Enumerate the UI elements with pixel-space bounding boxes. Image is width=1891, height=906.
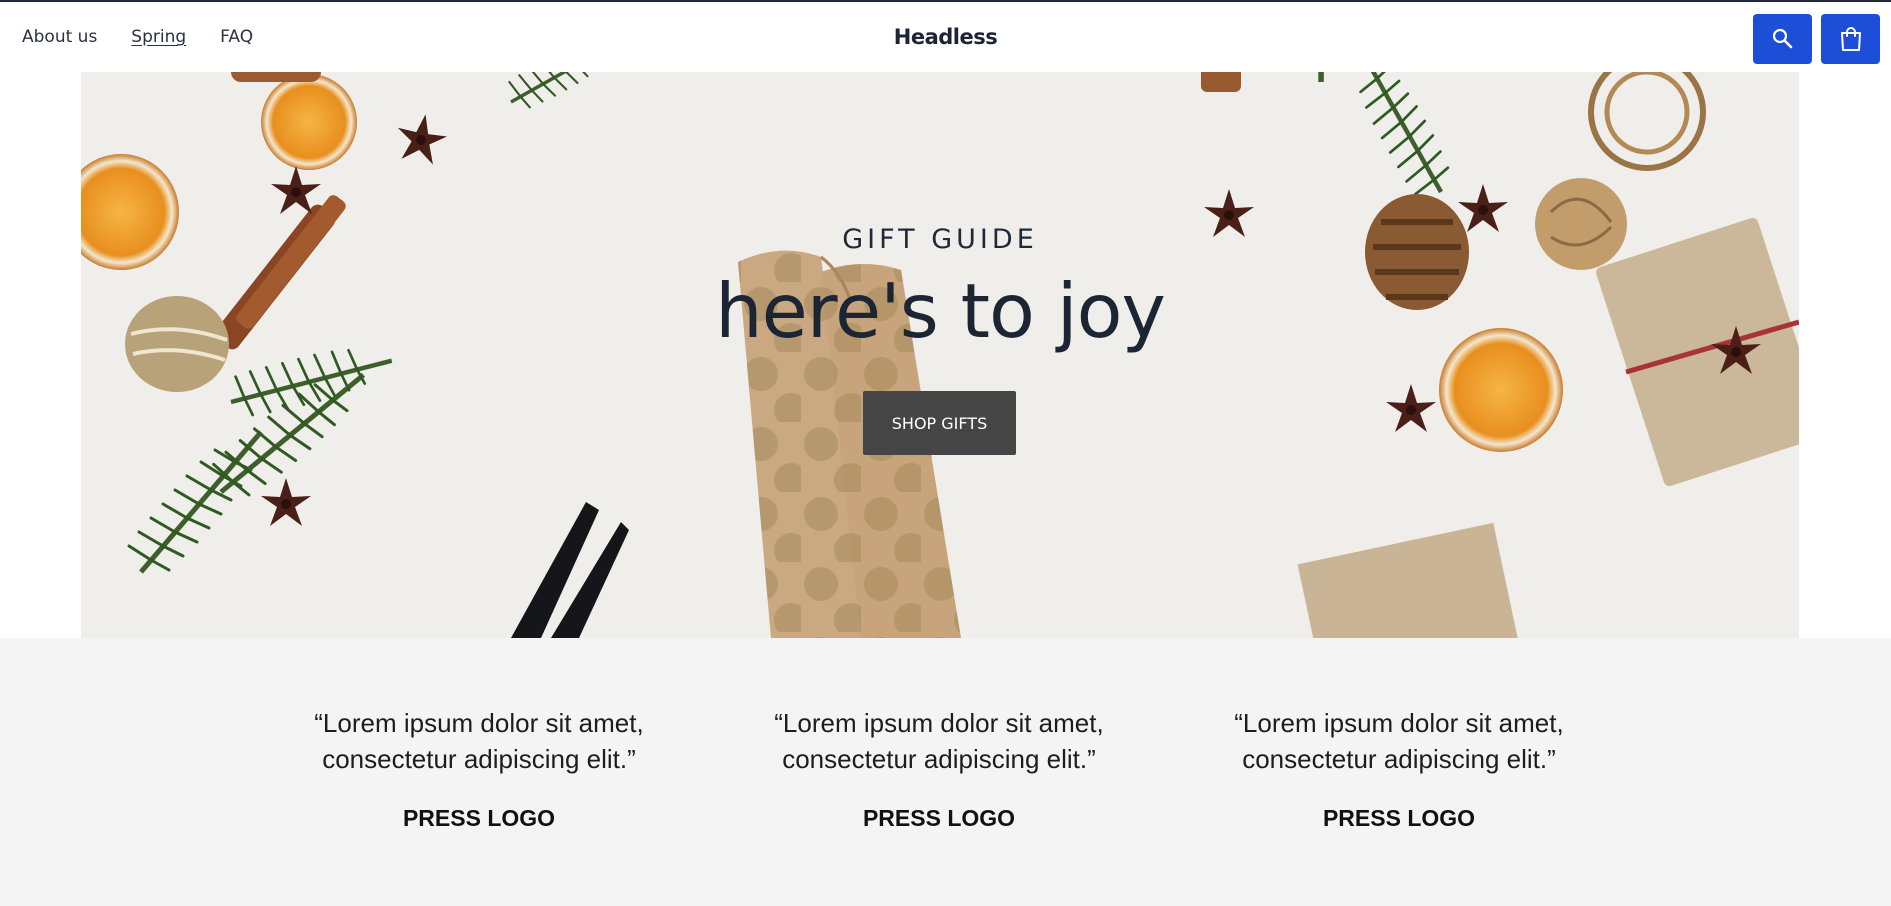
press-quote: “Lorem ipsum dolor sit amet, consectetur… [1234,708,1564,774]
main-nav: About us Spring FAQ [22,2,253,72]
press-logo: PRESS LOGO [1322,805,1476,831]
search-icon [1772,28,1792,49]
press-logo: PRESS LOGO [402,805,556,831]
press-quote: “Lorem ipsum dolor sit amet, consectetur… [314,708,644,774]
press-quote-card: “Lorem ipsum dolor sit amet, consectetur… [1234,705,1564,832]
press-quote-card: “Lorem ipsum dolor sit amet, consectetur… [314,705,644,832]
press-logo: PRESS LOGO [862,805,1016,831]
brand-logo[interactable]: Headless [0,2,1891,72]
shopping-bag-icon [1840,27,1861,51]
press-quote: “Lorem ipsum dolor sit amet, consectetur… [774,708,1104,774]
hero-image [81,72,1799,638]
shop-gifts-button[interactable]: SHOP GIFTS [863,391,1016,455]
search-button[interactable] [1753,14,1812,64]
nav-link-spring[interactable]: Spring [131,27,186,47]
nav-link-faq[interactable]: FAQ [220,27,253,47]
press-quote-card: “Lorem ipsum dolor sit amet, consectetur… [774,705,1104,832]
site-header: About us Spring FAQ Headless [0,2,1891,72]
hero-banner: GIFT GUIDE here's to joy SHOP GIFTS [81,72,1799,638]
nav-link-about-us[interactable]: About us [22,27,97,47]
cart-button[interactable] [1821,14,1880,64]
press-section: “Lorem ipsum dolor sit amet, consectetur… [0,638,1891,906]
